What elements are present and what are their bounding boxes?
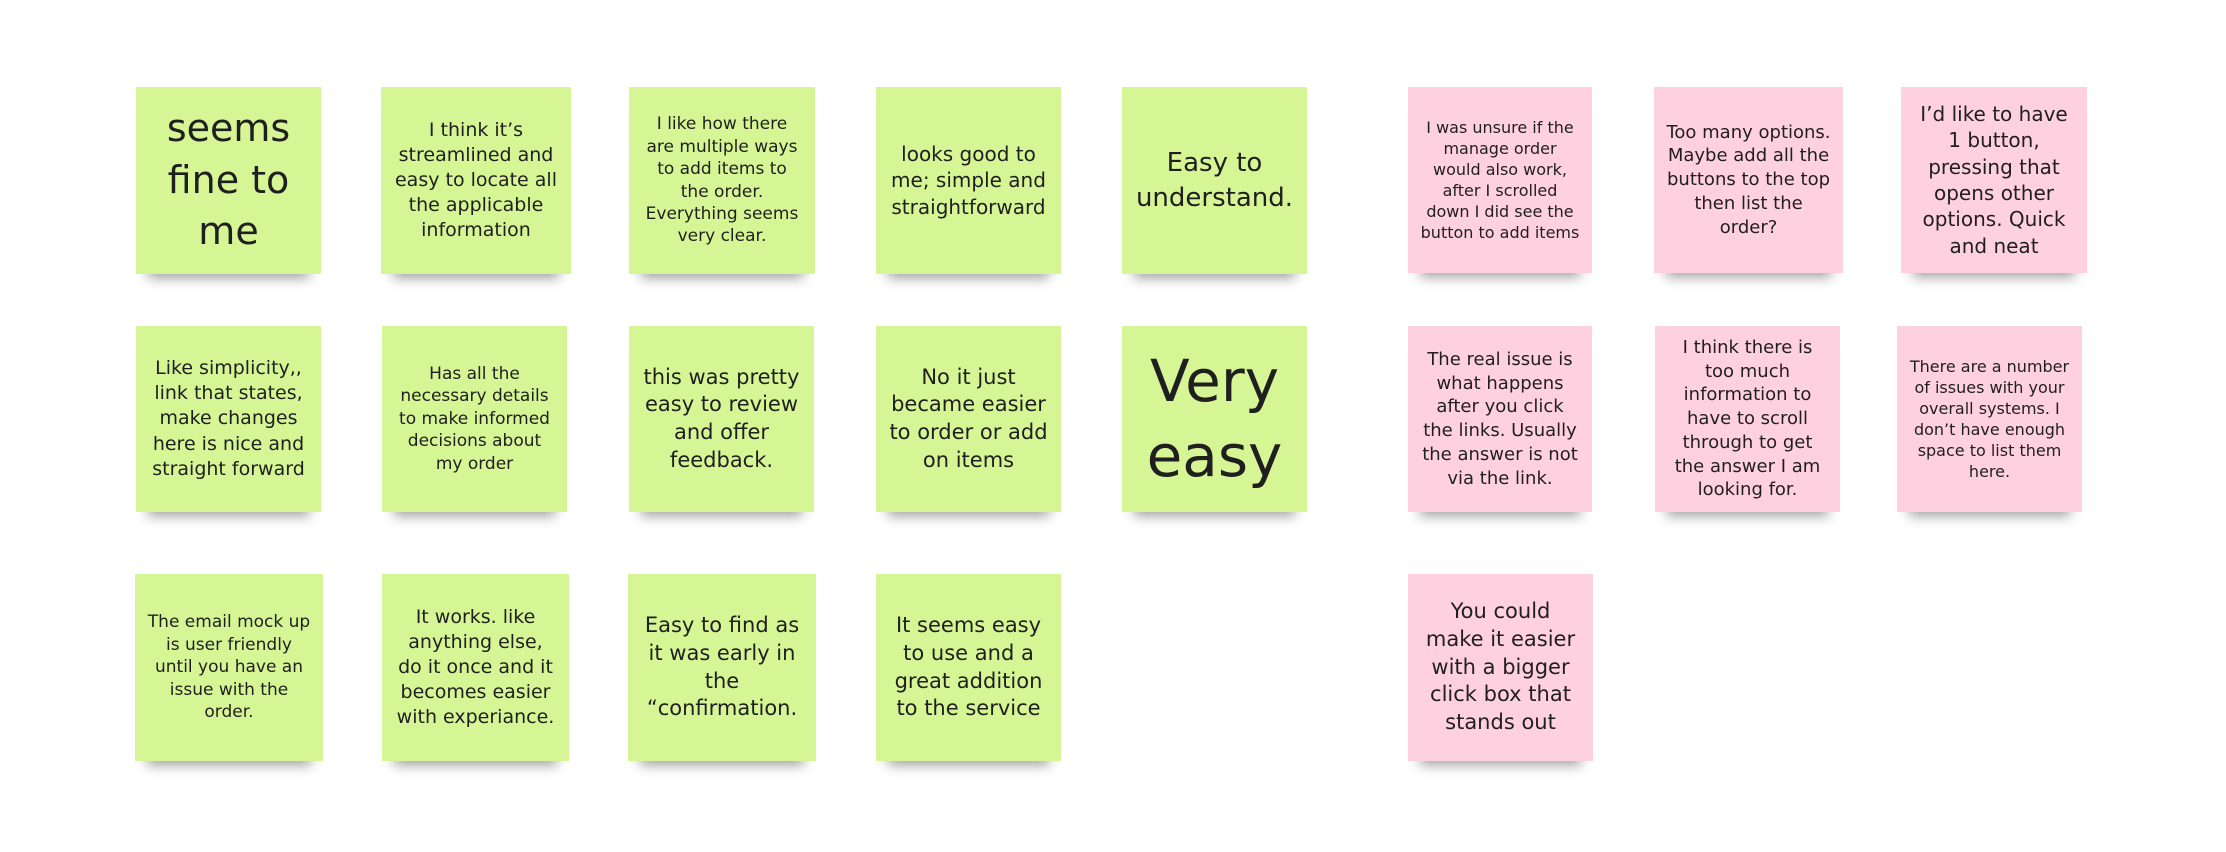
sticky-note-positive[interactable]: Easy to understand. xyxy=(1122,87,1307,274)
sticky-note-board: seems fine to me I think it’s streamline… xyxy=(0,0,2226,852)
sticky-note-text: I think there is too much information to… xyxy=(1674,336,1821,501)
sticky-note-text: I was unsure if the manage order would a… xyxy=(1420,117,1580,243)
sticky-note-positive[interactable]: Like simplicity,, link that states, make… xyxy=(136,326,321,512)
sticky-note-positive[interactable]: Easy to find as it was early in the “con… xyxy=(628,574,816,761)
sticky-note-positive[interactable]: No it just became easier to order or add… xyxy=(876,326,1061,512)
sticky-note-positive[interactable]: this was pretty easy to review and offer… xyxy=(629,326,814,512)
sticky-note-text: I like how there are multiple ways to ad… xyxy=(645,114,799,247)
sticky-note-positive[interactable]: looks good to me; simple and straightfor… xyxy=(876,87,1061,274)
sticky-note-text: Like simplicity,, link that states, make… xyxy=(152,357,305,480)
sticky-note-text: I think it’s streamlined and easy to loc… xyxy=(394,118,557,242)
sticky-note-text: The email mock up is user friendly until… xyxy=(147,612,311,723)
sticky-note-text: Easy to find as it was early in the “con… xyxy=(644,613,800,721)
sticky-note-text: looks good to me; simple and straightfor… xyxy=(891,141,1046,219)
sticky-note-positive[interactable]: It works. like anything else, do it once… xyxy=(382,574,569,761)
sticky-note-negative[interactable]: There are a number of issues with your o… xyxy=(1897,326,2082,512)
sticky-note-negative[interactable]: I was unsure if the manage order would a… xyxy=(1408,87,1592,273)
sticky-note-positive[interactable]: I like how there are multiple ways to ad… xyxy=(629,87,815,274)
sticky-note-positive[interactable]: Has all the necessary details to make in… xyxy=(382,326,567,512)
sticky-note-positive[interactable]: The email mock up is user friendly until… xyxy=(135,574,323,761)
sticky-note-text: Easy to understand. xyxy=(1135,148,1294,213)
sticky-note-text: Very easy xyxy=(1146,346,1283,490)
sticky-note-negative[interactable]: You could make it easier with a bigger c… xyxy=(1408,574,1593,761)
sticky-note-positive[interactable]: Very easy xyxy=(1122,326,1307,512)
sticky-note-negative[interactable]: Too many options. Maybe add all the butt… xyxy=(1654,87,1843,273)
sticky-note-text: The real issue is what happens after you… xyxy=(1422,348,1578,489)
sticky-note-positive[interactable]: seems fine to me xyxy=(136,87,321,274)
sticky-note-text: this was pretty easy to review and offer… xyxy=(643,364,800,472)
sticky-note-text: It seems easy to use and a great additio… xyxy=(894,613,1043,721)
sticky-note-text: There are a number of issues with your o… xyxy=(1909,356,2070,482)
sticky-note-text: seems fine to me xyxy=(166,105,291,254)
sticky-note-text: Too many options. Maybe add all the butt… xyxy=(1666,121,1831,238)
sticky-note-text: No it just became easier to order or add… xyxy=(889,364,1048,472)
sticky-note-positive[interactable]: I think it’s streamlined and easy to loc… xyxy=(381,87,571,274)
sticky-note-text: You could make it easier with a bigger c… xyxy=(1425,599,1576,735)
sticky-note-positive[interactable]: It seems easy to use and a great additio… xyxy=(876,574,1061,761)
sticky-note-text: I’d like to have 1 button, pressing that… xyxy=(1920,101,2068,258)
sticky-note-text: Has all the necessary details to make in… xyxy=(399,363,550,474)
sticky-note-negative[interactable]: I’d like to have 1 button, pressing that… xyxy=(1901,87,2087,273)
sticky-note-text: It works. like anything else, do it once… xyxy=(396,605,555,729)
sticky-note-negative[interactable]: I think there is too much information to… xyxy=(1655,326,1840,512)
sticky-note-negative[interactable]: The real issue is what happens after you… xyxy=(1408,326,1592,512)
